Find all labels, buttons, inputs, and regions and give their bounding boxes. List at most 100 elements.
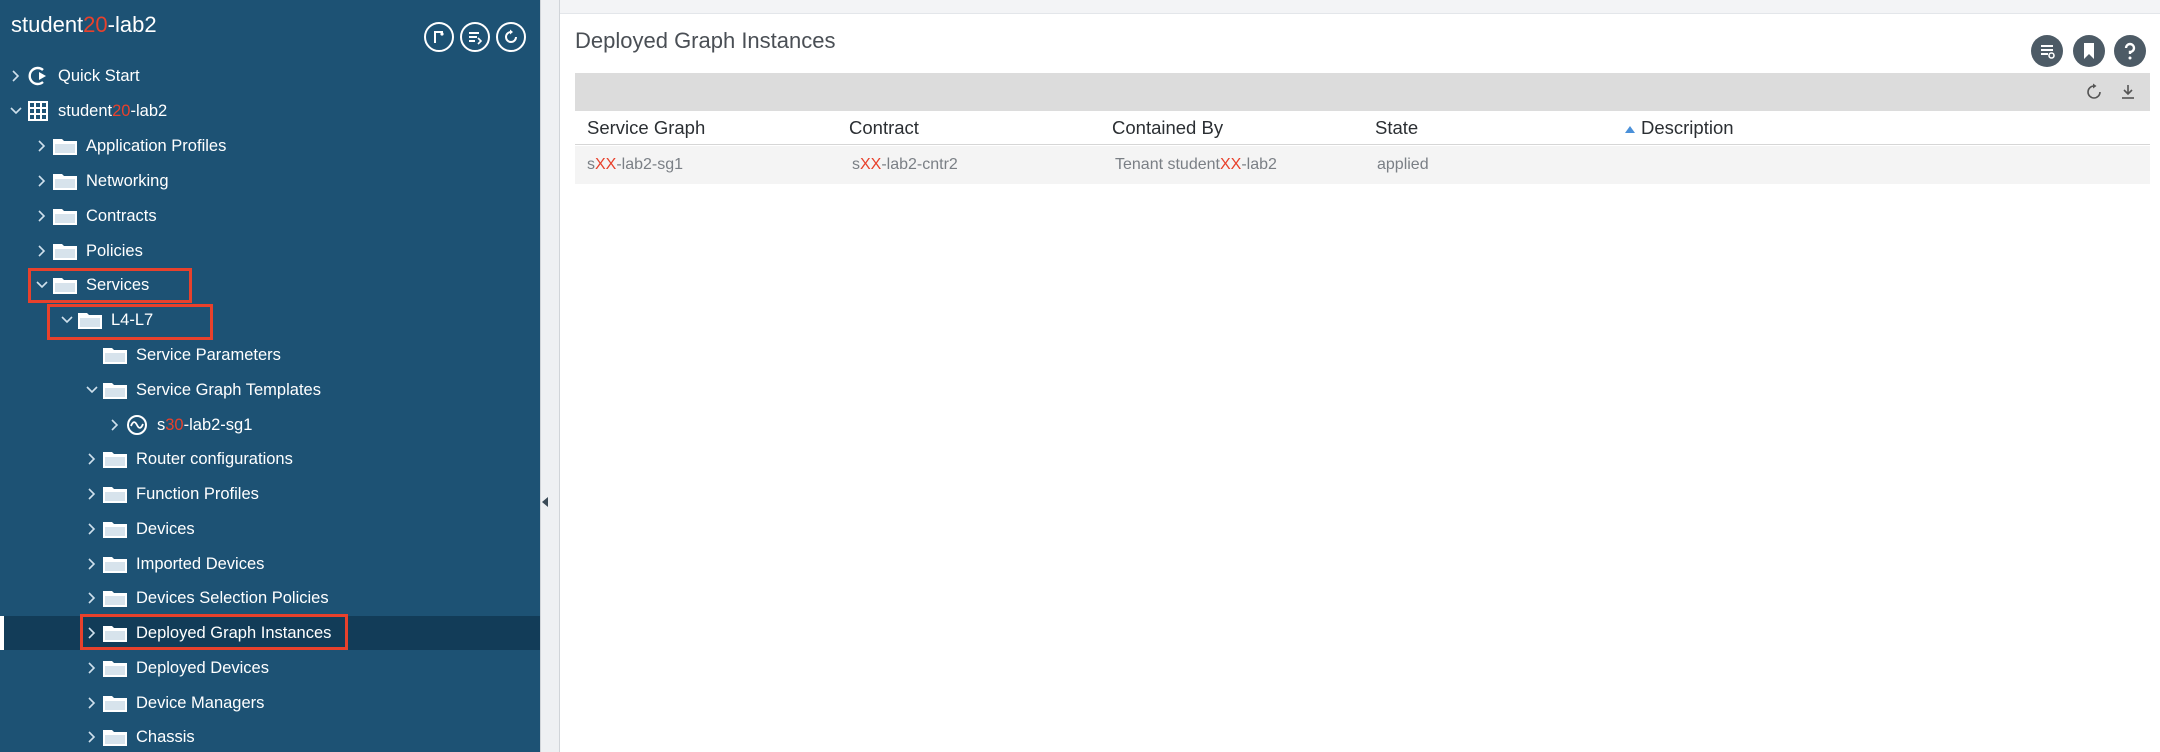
tree-item-chassis[interactable]: Chassis bbox=[0, 720, 540, 752]
chevron-right-icon[interactable] bbox=[82, 592, 102, 604]
sort-ascending-icon bbox=[1625, 125, 1635, 133]
chevron-right-icon[interactable] bbox=[82, 453, 102, 465]
folder-icon bbox=[102, 588, 128, 608]
column-header-service-graph[interactable]: Service Graph bbox=[587, 117, 705, 139]
chevron-right-icon[interactable] bbox=[82, 731, 102, 743]
tree-item-label: student20-lab2 bbox=[58, 102, 167, 121]
pin-icon[interactable] bbox=[424, 22, 454, 52]
tree-item-quick-start[interactable]: Quick Start bbox=[0, 59, 540, 93]
service-graph-icon bbox=[125, 413, 149, 437]
quick-start-icon bbox=[26, 64, 50, 88]
tree-item-function-profiles[interactable]: Function Profiles bbox=[0, 477, 540, 511]
tree-item-l4-l7[interactable]: L4-L7 bbox=[0, 303, 540, 337]
folder-icon bbox=[52, 206, 78, 226]
redacted-text: 30 bbox=[165, 415, 184, 434]
tenant-name-part: student bbox=[58, 101, 113, 120]
refresh-icon[interactable] bbox=[496, 22, 526, 52]
chevron-right-icon[interactable] bbox=[82, 662, 102, 674]
tree-item-service-parameters[interactable]: Service Parameters bbox=[0, 338, 540, 372]
chevron-down-icon[interactable] bbox=[57, 316, 77, 324]
chevron-right-icon[interactable] bbox=[32, 175, 52, 187]
tree-item-service-graph[interactable]: s30-lab2-sg1 bbox=[0, 408, 540, 442]
redacted-text: XX bbox=[1219, 156, 1242, 173]
tree-item-tenant[interactable]: student20-lab2 bbox=[0, 94, 540, 128]
chevron-right-icon[interactable] bbox=[82, 523, 102, 535]
tree-title-part: student bbox=[11, 12, 84, 37]
table-toolbar bbox=[575, 73, 2150, 111]
folder-icon bbox=[102, 484, 128, 504]
tree-item-label: L4-L7 bbox=[111, 310, 154, 329]
folder-icon bbox=[102, 345, 128, 365]
chevron-right-icon[interactable] bbox=[82, 488, 102, 500]
tree-item-contracts[interactable]: Contracts bbox=[0, 199, 540, 233]
redacted-text: XX bbox=[860, 156, 882, 173]
chevron-right-icon[interactable] bbox=[82, 697, 102, 709]
chevron-down-icon[interactable] bbox=[32, 281, 52, 289]
cell-text: -lab2 bbox=[1241, 156, 1277, 173]
tree-item-networking[interactable]: Networking bbox=[0, 164, 540, 198]
tree-item-service-graph-templates[interactable]: Service Graph Templates bbox=[0, 373, 540, 407]
main-panel: Deployed Graph Instances Service Graph C… bbox=[560, 0, 2160, 752]
redacted-text: XX bbox=[595, 156, 617, 173]
tree-title: student20-lab2 bbox=[11, 12, 157, 38]
chevron-right-icon[interactable] bbox=[82, 558, 102, 570]
tree-item-label: Devices Selection Policies bbox=[136, 588, 329, 607]
table-settings-icon[interactable] bbox=[2031, 35, 2063, 67]
table-header: Service Graph Contract Contained By Stat… bbox=[575, 111, 2150, 145]
tree-item-devices-selection-policies[interactable]: Devices Selection Policies bbox=[0, 581, 540, 615]
chevron-right-icon[interactable] bbox=[6, 70, 26, 82]
chevron-down-icon[interactable] bbox=[82, 386, 102, 394]
column-header-state[interactable]: State bbox=[1375, 117, 1418, 139]
tree-item-label: Router configurations bbox=[136, 449, 293, 468]
cell-text: s bbox=[587, 156, 595, 173]
tree-item-label: Contracts bbox=[86, 206, 157, 225]
folder-open-icon bbox=[52, 275, 78, 295]
chevron-right-icon[interactable] bbox=[32, 210, 52, 222]
graph-name-part: s bbox=[157, 415, 166, 434]
chevron-right-icon[interactable] bbox=[105, 419, 125, 431]
bookmark-icon[interactable] bbox=[2073, 35, 2105, 67]
tree-item-policies[interactable]: Policies bbox=[0, 234, 540, 268]
tree-item-label: Devices bbox=[136, 519, 195, 538]
tree-item-label: Service Graph Templates bbox=[136, 380, 321, 399]
chevron-right-icon[interactable] bbox=[82, 627, 102, 639]
tree-item-router-configurations[interactable]: Router configurations bbox=[0, 442, 540, 476]
download-icon[interactable] bbox=[2117, 81, 2139, 103]
collapse-list-icon[interactable] bbox=[460, 22, 490, 52]
cell-text: -lab2-cntr2 bbox=[881, 156, 958, 173]
tree-item-services[interactable]: Services bbox=[0, 268, 540, 302]
cell-text: Tenant student bbox=[1115, 156, 1220, 173]
tree-item-devices[interactable]: Devices bbox=[0, 512, 540, 546]
chevron-right-icon[interactable] bbox=[32, 140, 52, 152]
tree-item-label: Function Profiles bbox=[136, 484, 259, 503]
tree-title-part: -lab2 bbox=[107, 12, 157, 37]
folder-open-icon bbox=[102, 380, 128, 400]
navigation-sidebar: student20-lab2 Quick Start student20-lab… bbox=[0, 0, 540, 752]
tenant-icon bbox=[26, 99, 50, 123]
folder-icon bbox=[52, 136, 78, 156]
tree-item-label: Services bbox=[86, 275, 150, 294]
tree-item-label: Chassis bbox=[136, 727, 195, 746]
tree-item-label: Imported Devices bbox=[136, 554, 265, 573]
tree-item-deployed-devices[interactable]: Deployed Devices bbox=[0, 651, 540, 685]
folder-icon bbox=[102, 554, 128, 574]
tree-item-label: Networking bbox=[86, 171, 169, 190]
collapse-arrow-icon[interactable] bbox=[542, 497, 548, 507]
tree-item-application-profiles[interactable]: Application Profiles bbox=[0, 129, 540, 163]
column-header-contained-by[interactable]: Contained By bbox=[1112, 117, 1223, 139]
tree-item-imported-devices[interactable]: Imported Devices bbox=[0, 547, 540, 581]
help-icon[interactable] bbox=[2114, 35, 2146, 67]
column-header-contract[interactable]: Contract bbox=[849, 117, 919, 139]
tree-item-label: Deployed Devices bbox=[136, 658, 269, 677]
tree-item-deployed-graph-instances[interactable]: Deployed Graph Instances bbox=[0, 616, 540, 650]
refresh-icon[interactable] bbox=[2083, 81, 2105, 103]
chevron-down-icon[interactable] bbox=[6, 107, 26, 115]
table-row[interactable]: sXX-lab2-sg1 sXX-lab2-cntr2 Tenant stude… bbox=[575, 146, 2150, 184]
tree-item-label: Service Parameters bbox=[136, 345, 281, 364]
graph-name-part: -lab2-sg1 bbox=[183, 415, 253, 434]
column-header-description[interactable]: Description bbox=[1625, 117, 1734, 139]
panel-splitter[interactable] bbox=[540, 0, 560, 752]
chevron-right-icon[interactable] bbox=[32, 245, 52, 257]
tree-item-device-managers[interactable]: Device Managers bbox=[0, 686, 540, 720]
tree-item-label: Quick Start bbox=[58, 66, 140, 85]
